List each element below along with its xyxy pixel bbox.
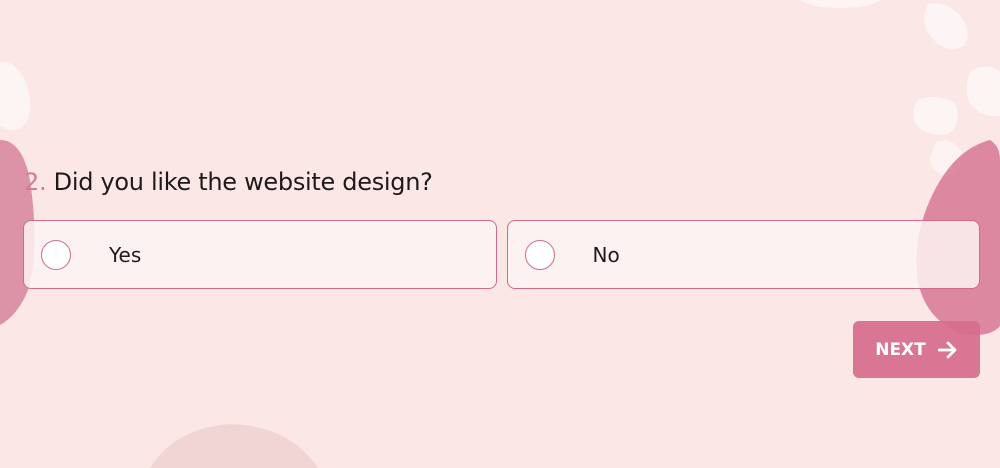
question-text: 2. Did you like the website design? xyxy=(24,168,433,196)
radio-yes[interactable] xyxy=(41,239,71,270)
option-no[interactable]: No xyxy=(506,220,980,289)
next-button-label: NEXT xyxy=(875,339,926,360)
option-yes-label: Yes xyxy=(109,242,142,267)
question-label: Did you like the website design? xyxy=(53,168,433,196)
question-number: 2. xyxy=(24,168,47,196)
option-yes[interactable]: Yes xyxy=(23,220,497,289)
radio-no[interactable] xyxy=(524,239,555,270)
next-button[interactable]: NEXT xyxy=(853,321,980,378)
answer-options: Yes No xyxy=(23,220,980,289)
arrow-right-icon xyxy=(937,341,957,358)
option-no-label: No xyxy=(592,242,620,267)
